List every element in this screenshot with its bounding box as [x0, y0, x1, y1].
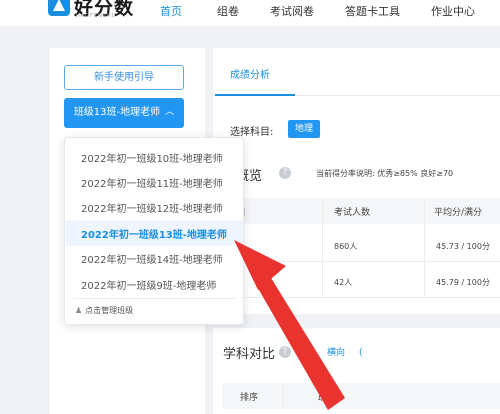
column-header-count: 考试人数 — [334, 208, 371, 218]
class-option-selected[interactable]: 2022年初一班级13班-地理老师 — [81, 226, 227, 241]
beginner-guide-button[interactable]: 新手使用引导 — [64, 65, 184, 90]
table-row — [222, 409, 500, 414]
class-option[interactable]: 2022年初一班级14班-地理老师 — [81, 251, 223, 266]
column-divider — [424, 198, 425, 298]
class-option[interactable]: 2022年初一班级11班-地理老师 — [81, 175, 223, 190]
manage-class-link[interactable]: ♟ 点击管理班级 — [75, 305, 133, 316]
table-cell-count: 860人 — [334, 242, 358, 251]
nav-item-exam-marking[interactable]: 考试阅卷 — [270, 3, 314, 19]
column-header-class: 班级 — [318, 393, 337, 403]
class-select-label: 班级13班-地理老师 — [73, 107, 161, 118]
view-toggle-extra: ( — [359, 348, 363, 358]
tab-active-indicator — [215, 94, 295, 96]
class-option[interactable]: 2022年初一班级12班-地理老师 — [81, 200, 223, 215]
nav-item-homework[interactable]: 作业中心 — [431, 3, 475, 19]
manage-class-label: 点击管理班级 — [85, 306, 134, 315]
class-option[interactable]: 2022年初一班级10班-地理老师 — [81, 150, 223, 165]
score-rate-description: 当前得分率说明: 优秀≥85% 良好≥70 — [316, 169, 454, 178]
view-toggle-label: 横向 — [327, 348, 346, 358]
user-icon: ♟ — [75, 306, 83, 315]
tab-score-analysis[interactable]: 成绩分析 — [230, 66, 270, 81]
class-option[interactable]: 2022年初一班级9班-地理老师 — [81, 277, 216, 292]
help-icon[interactable]: ? — [279, 346, 291, 358]
table-cell-count: 42人 — [334, 278, 353, 287]
column-divider — [322, 198, 323, 298]
top-nav: 好分数 HAOFENSHU 首页 组卷 考试阅卷 答题卡工具 作业中心 — [0, 0, 500, 26]
column-header-average: 平均分/满分 — [434, 208, 483, 218]
class-dropdown-menu: 2022年初一班级10班-地理老师 2022年初一班级11班-地理老师 2022… — [64, 137, 244, 325]
section-gap — [213, 314, 500, 328]
logo-icon — [48, 0, 70, 16]
horizontal-view-toggle[interactable]: 横向 ( — [327, 345, 363, 358]
nav-item-answer-card[interactable]: 答题卡工具 — [345, 3, 400, 19]
chevron-up-icon: ︿ — [165, 107, 175, 117]
table-cell-average: 45.73 / 100分 — [436, 242, 490, 251]
dropdown-divider — [73, 298, 236, 299]
compare-table-header — [222, 383, 500, 409]
class-select-button[interactable]: 班级13班-地理老师 ︿ — [64, 98, 184, 128]
table-cell-average: 45.79 / 100分 — [436, 278, 490, 287]
nav-item-compose[interactable]: 组卷 — [217, 3, 239, 19]
subject-label: 选择科目: — [230, 127, 274, 138]
subject-tag-geography[interactable]: 地理 — [288, 120, 320, 138]
logo-subtitle: HAOFENSHU — [76, 13, 117, 19]
nav-item-home[interactable]: 首页 — [160, 3, 182, 19]
help-icon[interactable]: ? — [279, 167, 291, 179]
column-header-rank: 排序 — [240, 393, 259, 403]
subject-compare-title: 学科对比 — [223, 347, 276, 362]
